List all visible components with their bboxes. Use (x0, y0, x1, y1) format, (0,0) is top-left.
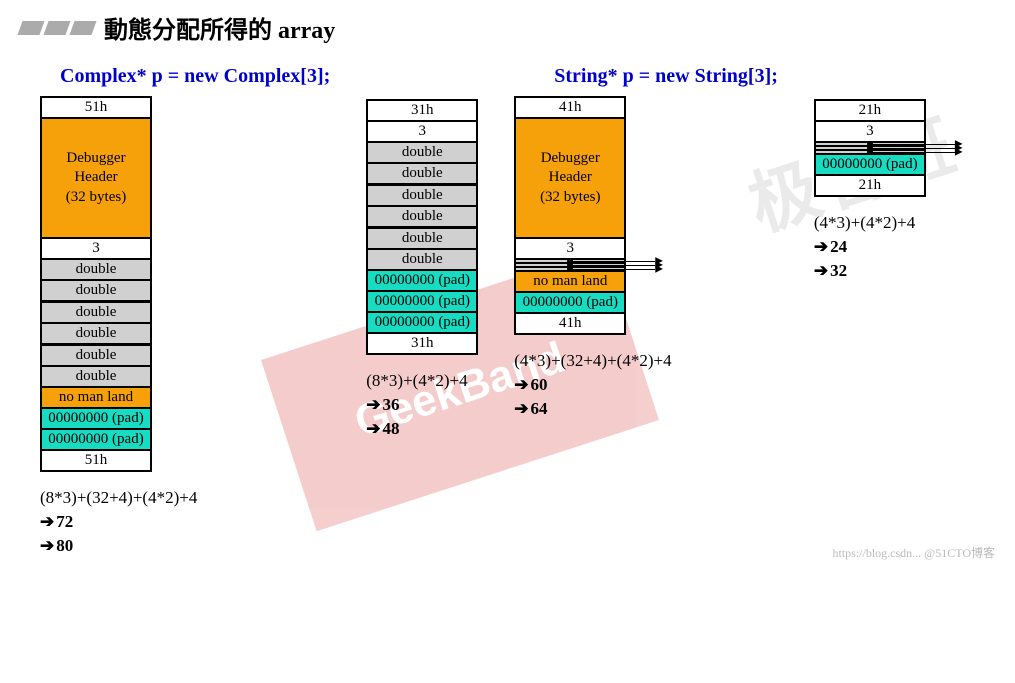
decl-string: String* p = new String[3]; (554, 65, 778, 88)
memory-block-1: 51h Debugger Header (32 bytes) 3 double … (40, 96, 152, 472)
cell: 51h (41, 97, 151, 118)
cell: 00000000 (pad) (367, 312, 477, 333)
cell: 00000000 (pad) (41, 429, 151, 450)
cell: double (41, 366, 151, 387)
title-row: 動態分配所得的 array (20, 10, 995, 45)
cell: 31h (367, 333, 477, 354)
cell-debugger-header: Debugger Header (32 bytes) (41, 118, 151, 238)
cell: double (41, 344, 151, 366)
decor-bars (20, 21, 94, 35)
calc-2: (8*3)+(4*2)+4 36 48 (366, 369, 467, 440)
col-string-debug: String* p = new String[3]; 41h Debugger … (514, 65, 778, 420)
cell: 21h (815, 100, 925, 121)
cell: double (367, 142, 477, 163)
decl-complex: Complex* p = new Complex[3]; (60, 65, 330, 88)
memory-block-3: 41h Debugger Header (32 bytes) 3 ▶ ▶ ▶ n… (514, 96, 626, 335)
cell: no man land (41, 387, 151, 408)
cell-pointer: ▶ (515, 267, 625, 271)
cell-pointer: ▶ (815, 150, 925, 154)
cell: 51h (41, 450, 151, 471)
cell: double (41, 259, 151, 280)
columns: Complex* p = new Complex[3]; 51h Debugge… (20, 65, 995, 557)
cell: double (41, 280, 151, 301)
col-complex-release: 31h 3 double double double double double… (366, 99, 478, 440)
cell: 41h (515, 313, 625, 334)
col-string-release: 21h 3 ▶ ▶ ▶ 00000000 (pad) 21h (4*3)+(4*… (814, 99, 926, 282)
calc-3: (4*3)+(32+4)+(4*2)+4 60 64 (514, 349, 671, 420)
memory-block-2: 31h 3 double double double double double… (366, 99, 478, 355)
cell: 21h (815, 175, 925, 196)
cell: 00000000 (pad) (515, 292, 625, 313)
cell-debugger-header: Debugger Header (32 bytes) (515, 118, 625, 238)
cell: 00000000 (pad) (367, 291, 477, 312)
memory-block-4: 21h 3 ▶ ▶ ▶ 00000000 (pad) 21h (814, 99, 926, 197)
cell: 3 (515, 238, 625, 259)
cell: double (41, 323, 151, 344)
calc-1: (8*3)+(32+4)+(4*2)+4 72 80 (40, 486, 197, 557)
cell: double (367, 163, 477, 184)
cell: double (367, 206, 477, 227)
cell: double (367, 184, 477, 206)
cell: 3 (815, 121, 925, 142)
cell: 41h (515, 97, 625, 118)
cell: double (41, 301, 151, 323)
page-title: 動態分配所得的 array (104, 10, 335, 45)
cell: double (367, 249, 477, 270)
calc-4: (4*3)+(4*2)+4 24 32 (814, 211, 915, 282)
cell: 31h (367, 100, 477, 121)
col-complex-debug: Complex* p = new Complex[3]; 51h Debugge… (40, 65, 330, 557)
cell: 3 (41, 238, 151, 259)
cell: double (367, 227, 477, 249)
cell: 00000000 (pad) (41, 408, 151, 429)
cell: 3 (367, 121, 477, 142)
cell: 00000000 (pad) (367, 270, 477, 291)
cell: no man land (515, 271, 625, 292)
cell: 00000000 (pad) (815, 154, 925, 175)
footer-attribution: https://blog.csdn... @51CTO博客 (832, 544, 995, 561)
